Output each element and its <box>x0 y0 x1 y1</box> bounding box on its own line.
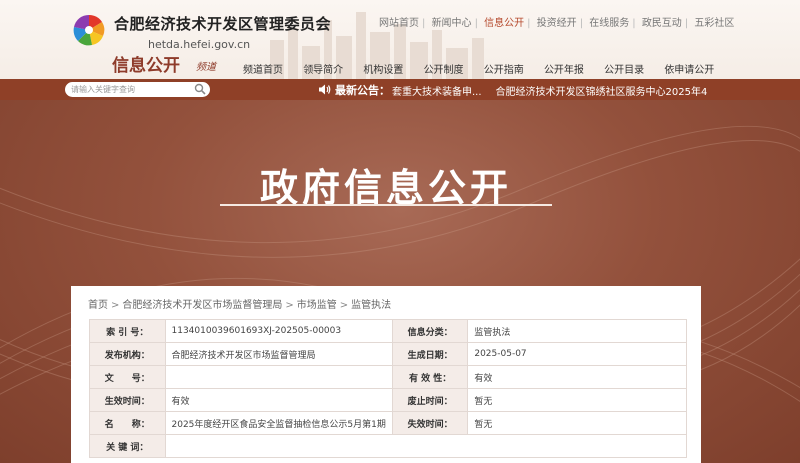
speaker-icon <box>319 84 331 95</box>
table-row: 发布机构： 合肥经济技术开发区市场监督管理局 生成日期： 2025-05-07 <box>89 342 687 366</box>
channel-title: 信息公开 <box>112 56 180 76</box>
search-box <box>65 82 210 97</box>
table-row: 索 引 号： 1134010039601693XJ-202505-00003 信… <box>89 319 687 343</box>
notice-ticker: 套重大技术装备申...合肥经济技术开发区锦绣社区服务中心2025年4...经 <box>392 83 707 98</box>
meta-label: 文 号： <box>89 365 166 389</box>
breadcrumb-item-home[interactable]: 首页 <box>88 300 108 311</box>
banner-divider <box>220 204 552 206</box>
meta-label: 有 效 性： <box>391 365 469 389</box>
nav-item-guide[interactable]: 公开指南 <box>484 61 524 76</box>
nav-item-request[interactable]: 依申请公开 <box>664 61 714 76</box>
site-logo-icon[interactable] <box>73 14 105 46</box>
top-links: 网站首页 | 新闻中心 | 信息公开 | 投资经开 | 在线服务 | 政民互动 | 五彩社区 <box>379 18 735 29</box>
meta-value: 有效 <box>467 365 687 389</box>
meta-label: 废止时间： <box>391 388 469 412</box>
top-link-community[interactable]: 五彩社区 <box>694 18 734 29</box>
channel-subtitle: 频道 <box>196 62 216 73</box>
nav-item-channel-home[interactable]: 频道首页 <box>243 61 283 76</box>
site-domain: hetda.hefei.gov.cn <box>148 38 251 51</box>
top-link-news[interactable]: 新闻中心 <box>432 18 472 29</box>
table-row: 名 称： 2025年度经开区食品安全监督抽检信息公示5月第1期 失效时间： 暂无 <box>89 411 687 435</box>
breadcrumb: 首页 > 合肥经济技术开发区市场监督管理局 > 市场监管 > 监管执法 <box>88 300 392 311</box>
meta-value: 1134010039601693XJ-202505-00003 <box>164 319 393 343</box>
nav-item-policy[interactable]: 公开制度 <box>424 61 464 76</box>
meta-label: 生成日期： <box>391 342 469 366</box>
meta-value: 2025年度经开区食品安全监督抽检信息公示5月第1期 <box>164 411 393 435</box>
meta-value <box>164 434 687 458</box>
meta-value: 监管执法 <box>467 319 687 343</box>
top-link-info[interactable]: 信息公开 <box>484 18 524 29</box>
notice-item[interactable]: 合肥经济技术开发区锦绣社区服务中心2025年4... <box>496 87 707 98</box>
breadcrumb-item-market[interactable]: 市场监管 <box>297 300 337 311</box>
content-panel: 首页 > 合肥经济技术开发区市场监督管理局 > 市场监管 > 监管执法 索 引 号： 113… <box>71 286 701 463</box>
breadcrumb-item-enforcement[interactable]: 监管执法 <box>351 300 391 311</box>
search-input[interactable] <box>71 83 189 96</box>
meta-value <box>164 365 393 389</box>
nav-item-annual-report[interactable]: 公开年报 <box>544 61 584 76</box>
search-notice-bar: 最新公告： 套重大技术装备申... 合肥经济技术开发区锦绣社区服务中心2025年4… <box>0 79 800 100</box>
metadata-table: 索 引 号： 1134010039601693XJ-202505-00003 信… <box>89 319 687 458</box>
top-link-services[interactable]: 在线服务 <box>589 18 629 29</box>
nav-item-leaders[interactable]: 领导简介 <box>303 61 343 76</box>
search-icon[interactable] <box>194 83 206 95</box>
top-link-interaction[interactable]: 政民互动 <box>642 18 682 29</box>
notice-label: 最新公告： <box>335 84 390 97</box>
meta-label: 名 称： <box>89 411 166 435</box>
notice-item[interactable]: 套重大技术装备申... <box>392 87 482 98</box>
meta-value: 2025-05-07 <box>467 342 687 366</box>
site-name: 合肥经济技术开发区管理委员会 <box>114 15 332 33</box>
table-row: 文 号： 有 效 性： 有效 <box>89 365 687 389</box>
top-link-home[interactable]: 网站首页 <box>379 18 419 29</box>
table-row: 生效时间： 有效 废止时间： 暂无 <box>89 388 687 412</box>
meta-label: 生效时间： <box>89 388 166 412</box>
breadcrumb-item-bureau[interactable]: 合肥经济技术开发区市场监督管理局 <box>122 300 282 311</box>
meta-value: 暂无 <box>467 388 687 412</box>
meta-label: 失效时间： <box>391 411 469 435</box>
site-header: 合肥经济技术开发区管理委员会 hetda.hefei.gov.cn 信息公开 频… <box>0 0 800 80</box>
nav-item-organization[interactable]: 机构设置 <box>363 61 403 76</box>
top-link-invest[interactable]: 投资经开 <box>537 18 577 29</box>
main-nav: 频道首页 领导简介 机构设置 公开制度 公开指南 公开年报 公开目录 依申请公开 <box>243 61 731 76</box>
meta-value: 暂无 <box>467 411 687 435</box>
meta-value: 合肥经济技术开发区市场监督管理局 <box>164 342 393 366</box>
nav-item-catalog[interactable]: 公开目录 <box>604 61 644 76</box>
meta-value: 有效 <box>164 388 393 412</box>
meta-label: 关 键 词： <box>89 434 166 458</box>
meta-label: 信息分类： <box>391 319 469 343</box>
meta-label: 索 引 号： <box>89 319 166 343</box>
meta-label: 发布机构： <box>89 342 166 366</box>
table-row: 关 键 词： <box>89 434 687 458</box>
